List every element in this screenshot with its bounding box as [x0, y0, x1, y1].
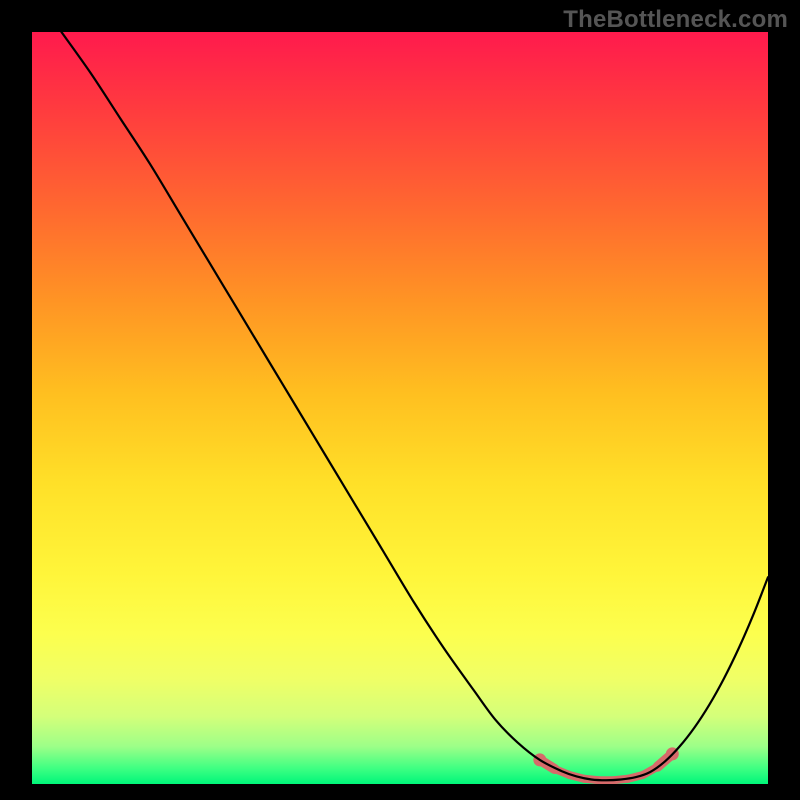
plot-area — [32, 32, 768, 784]
bottleneck-curve — [61, 32, 768, 780]
bottom-band-markers — [533, 747, 678, 780]
curve-layer — [32, 32, 768, 784]
chart-frame: TheBottleneck.com — [0, 0, 800, 800]
watermark-text: TheBottleneck.com — [563, 6, 788, 34]
